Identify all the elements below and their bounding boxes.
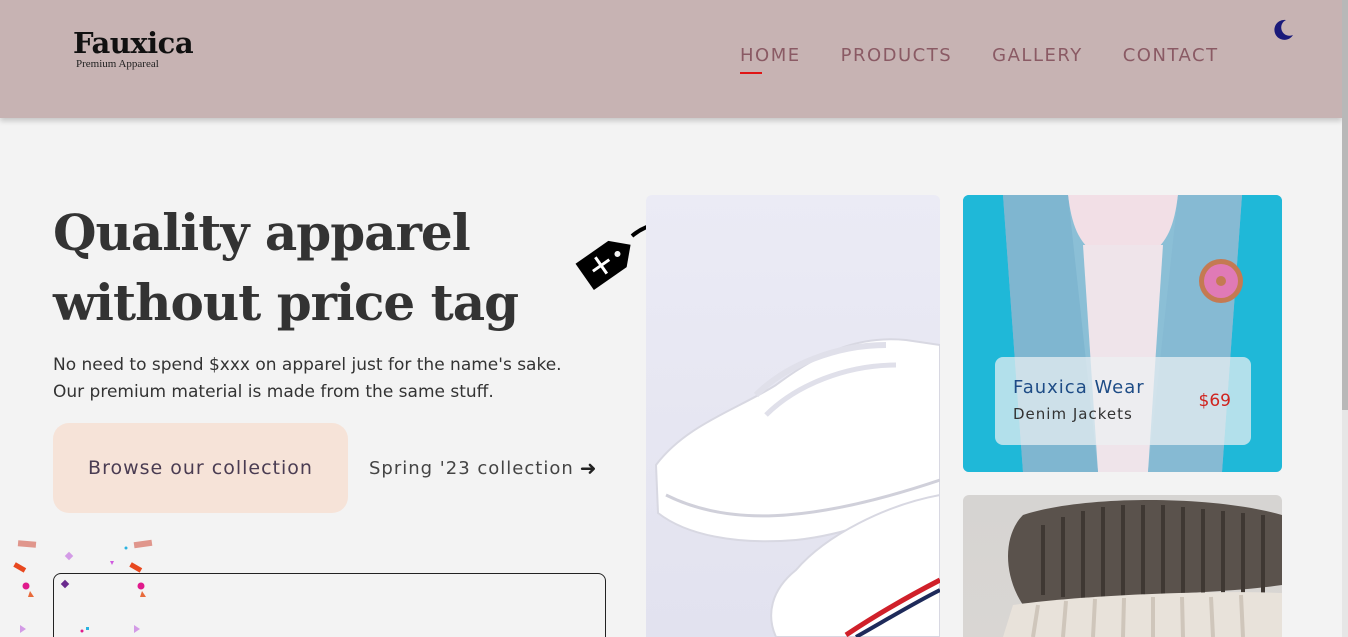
main-nav: HOME PRODUCTS GALLERY CONTACT [740, 44, 1259, 74]
hero-title-line1: Quality apparel [53, 203, 471, 262]
brand-name: Fauxica [73, 26, 194, 60]
hero-description: No need to spend $xxx on apparel just fo… [53, 352, 613, 406]
nav-gallery[interactable]: GALLERY [992, 44, 1083, 68]
nav-contact[interactable]: CONTACT [1123, 44, 1219, 68]
moon-icon[interactable] [1271, 18, 1295, 42]
sweater-illustration [1003, 500, 1282, 637]
spring-collection-link[interactable]: Spring '23 collection ➜ [369, 456, 598, 480]
spring-collection-label: Spring '23 collection [369, 457, 574, 479]
product-card-price: $69 [1198, 391, 1231, 411]
hero-title: Quality apparel without price tag [53, 198, 573, 338]
sneaker-product-image[interactable] [646, 195, 940, 637]
brand-logo[interactable]: Fauxica Premium Appareal [73, 26, 194, 70]
scrollbar-thumb[interactable] [1342, 0, 1348, 410]
nav-home[interactable]: HOME [740, 44, 801, 74]
hero-title-line2: without price tag [53, 273, 519, 332]
hero-description-line2: Our premium material is made from the sa… [53, 382, 494, 402]
arrow-right-icon: ➜ [579, 456, 598, 480]
hero-description-line1: No need to spend $xxx on apparel just fo… [53, 355, 562, 375]
nav-products[interactable]: PRODUCTS [841, 44, 953, 68]
scrollbar[interactable] [1342, 0, 1348, 637]
product-card-subtitle: Denim Jackets [1013, 405, 1133, 423]
browse-collection-button[interactable]: Browse our collection [53, 423, 348, 513]
product-card-info[interactable]: Fauxica Wear Denim Jackets $69 [995, 357, 1251, 445]
newsletter-box[interactable] [53, 573, 606, 637]
sneaker-illustration [654, 338, 940, 637]
sweater-product-image[interactable] [963, 495, 1282, 637]
site-header: Fauxica Premium Appareal HOME PRODUCTS G… [0, 0, 1342, 118]
product-card-title: Fauxica Wear [1013, 377, 1145, 398]
